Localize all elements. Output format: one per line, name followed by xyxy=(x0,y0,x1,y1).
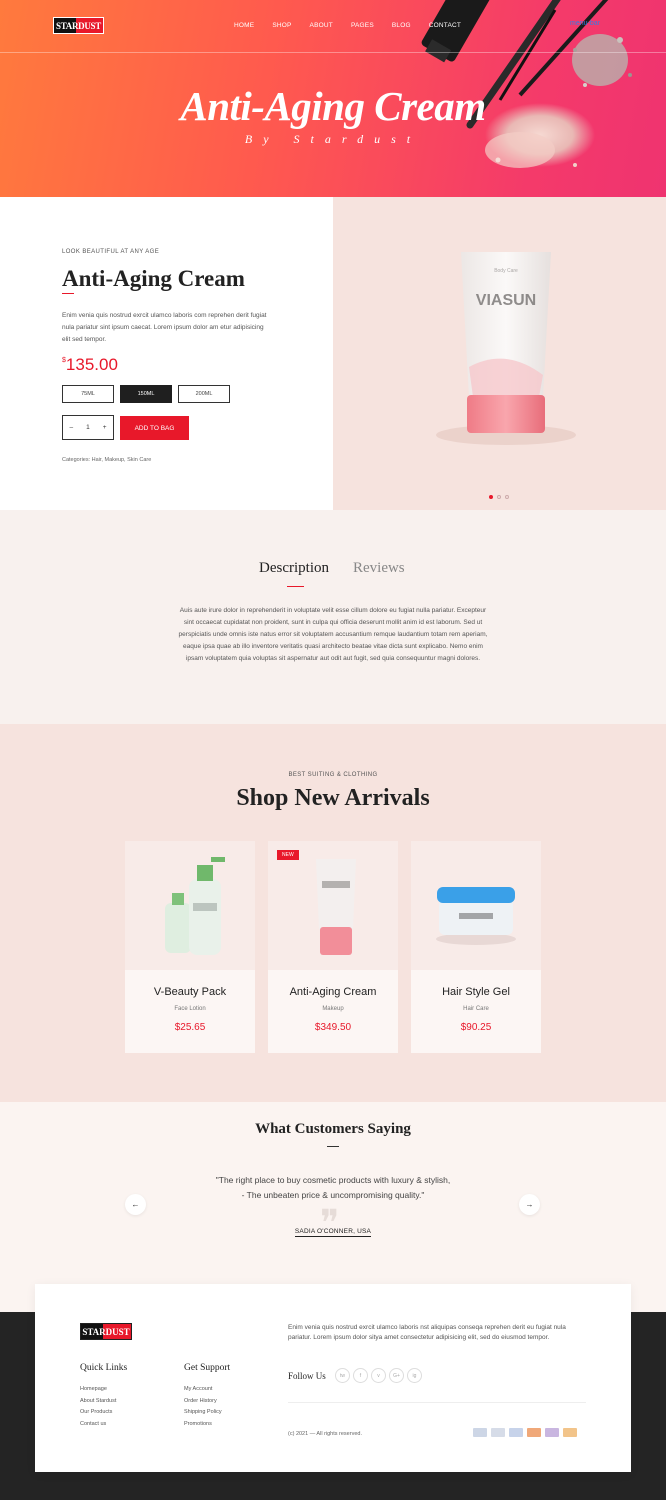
svg-text:VIASUN: VIASUN xyxy=(476,292,536,309)
facebook-icon[interactable]: f xyxy=(353,1368,368,1383)
product-card-image xyxy=(125,841,255,970)
nav-divider xyxy=(0,52,666,53)
product-card-price: $25.65 xyxy=(174,1022,206,1033)
slider-dot[interactable] xyxy=(489,495,493,499)
next-arrow-button[interactable]: → xyxy=(519,1194,540,1215)
product-card[interactable]: Hair Style Gel Hair Care $90.25 xyxy=(411,841,541,1053)
visa-icon xyxy=(473,1428,487,1437)
size-option-75ml[interactable]: 75ML xyxy=(62,385,114,403)
nav-about[interactable]: ABOUT xyxy=(310,22,333,29)
image-slider-dots xyxy=(489,495,509,499)
discover-icon xyxy=(545,1428,559,1437)
active-tab-indicator xyxy=(287,586,304,587)
product-name[interactable]: Hair Style Gel xyxy=(411,986,541,998)
mastercard-icon xyxy=(527,1428,541,1437)
footer-logo[interactable]: STARDUST xyxy=(80,1323,132,1340)
product-name[interactable]: Anti-Aging Cream xyxy=(268,986,398,998)
prev-arrow-button[interactable]: ← xyxy=(125,1194,146,1215)
slider-dot[interactable] xyxy=(505,495,509,499)
paypal-icon xyxy=(563,1428,577,1437)
new-badge: NEW xyxy=(277,850,299,860)
product-title: Anti-Aging Cream xyxy=(62,266,245,291)
menu-bar-icon[interactable]: menu-bar xyxy=(570,20,600,27)
svg-text:Body Care: Body Care xyxy=(494,268,518,274)
product-price: $135.00 xyxy=(62,355,118,374)
product-card-image xyxy=(411,841,541,970)
qty-value[interactable]: 1 xyxy=(86,424,90,431)
shop-eyebrow: BEST SUITING & CLOTHING xyxy=(288,772,378,778)
main-nav: HOME SHOP ABOUT PAGES BLOG CONTACT xyxy=(234,22,479,29)
support-title: Get Support xyxy=(184,1363,231,1373)
testimonial-title: What Customers Saying xyxy=(255,1121,411,1137)
twitter-icon[interactable]: tw xyxy=(335,1368,350,1383)
details-tabs: Description Reviews xyxy=(259,560,405,577)
footer-link-shipping[interactable]: Shipping Policy xyxy=(184,1407,222,1419)
support-links-list: My Account Order History Shipping Policy… xyxy=(184,1384,222,1431)
title-divider xyxy=(62,293,74,294)
size-option-150ml[interactable]: 150ML xyxy=(120,385,172,403)
quick-links-title: Quick Links xyxy=(80,1363,128,1373)
tab-description[interactable]: Description xyxy=(259,560,329,577)
product-eyebrow: LOOK BEAUTIFUL AT ANY AGE xyxy=(62,249,160,255)
footer-link-account[interactable]: My Account xyxy=(184,1384,222,1396)
product-image-panel: VIASUN Body Care xyxy=(333,197,666,510)
footer-link-contact[interactable]: Contact us xyxy=(80,1419,116,1431)
nav-pages[interactable]: PAGES xyxy=(351,22,374,29)
nav-shop[interactable]: SHOP xyxy=(272,22,291,29)
product-category: Face Lotion xyxy=(174,1006,206,1012)
qty-decrease-button[interactable]: – xyxy=(69,424,73,431)
social-links: tw f v G+ ig xyxy=(335,1368,422,1383)
footer-card xyxy=(35,1284,631,1472)
add-to-bag-button[interactable]: ADD TO BAG xyxy=(120,416,189,440)
follow-label: Follow Us xyxy=(288,1371,326,1381)
testimonial-quote: "The right place to buy cosmetic product… xyxy=(215,1175,451,1200)
google-plus-icon[interactable]: G+ xyxy=(389,1368,404,1383)
product-card[interactable]: NEW Anti-Aging Cream Makeup $349.50 xyxy=(268,841,398,1053)
quantity-stepper: – 1 + xyxy=(62,415,114,440)
instagram-icon[interactable]: ig xyxy=(407,1368,422,1383)
product-category: Makeup xyxy=(322,1006,344,1012)
hero-title: Anti-Aging Cream xyxy=(180,83,486,129)
product-category: Hair Care xyxy=(463,1006,489,1012)
copyright: (c) 2021 — All rights reserved. xyxy=(288,1431,362,1437)
description-text: Auis aute irure dolor in reprehenderit i… xyxy=(178,607,488,662)
shop-title: Shop New Arrivals xyxy=(236,785,430,811)
footer-divider xyxy=(288,1402,586,1403)
footer-link-about[interactable]: About Stardust xyxy=(80,1396,116,1408)
slider-dot[interactable] xyxy=(497,495,501,499)
size-option-200ml[interactable]: 200ML xyxy=(178,385,230,403)
product-card-price: $349.50 xyxy=(314,1022,352,1033)
testimonial-author: SADIA O'CONNER, USA xyxy=(294,1228,372,1237)
card-icon xyxy=(509,1428,523,1437)
hero-subtitle: By Stardust xyxy=(244,132,422,146)
footer-link-homepage[interactable]: Homepage xyxy=(80,1384,116,1396)
product-info-panel xyxy=(0,197,333,510)
product-categories: Categories: Hair, Makeup, Skin Care xyxy=(62,457,152,463)
footer-link-products[interactable]: Our Products xyxy=(80,1407,116,1419)
qty-increase-button[interactable]: + xyxy=(103,424,107,431)
vimeo-icon[interactable]: v xyxy=(371,1368,386,1383)
product-card[interactable]: V-Beauty Pack Face Lotion $25.65 xyxy=(125,841,255,1053)
nav-contact[interactable]: CONTACT xyxy=(429,22,461,29)
product-card-image xyxy=(268,841,398,970)
payment-methods xyxy=(473,1428,577,1437)
product-tube-image: VIASUN Body Care xyxy=(436,252,576,445)
product-name[interactable]: V-Beauty Pack xyxy=(125,986,255,998)
product-description: Enim venia quis nostrud exrcit ulamco la… xyxy=(62,312,267,343)
footer-link-promotions[interactable]: Promotions xyxy=(184,1419,222,1431)
product-card-price: $90.25 xyxy=(460,1022,492,1033)
tab-reviews[interactable]: Reviews xyxy=(353,560,405,577)
quick-links-list: Homepage About Stardust Our Products Con… xyxy=(80,1384,116,1431)
footer-link-orders[interactable]: Order History xyxy=(184,1396,222,1408)
size-selector: 75ML 150ML 200ML xyxy=(62,385,230,403)
nav-home[interactable]: HOME xyxy=(234,22,254,29)
footer-description: Enim venia quis nostrud exrcit ulamco la… xyxy=(288,1324,566,1341)
testimonial-divider xyxy=(327,1146,339,1147)
amex-icon xyxy=(491,1428,505,1437)
nav-blog[interactable]: BLOG xyxy=(392,22,411,29)
brand-logo[interactable]: STARDUST xyxy=(53,17,104,34)
